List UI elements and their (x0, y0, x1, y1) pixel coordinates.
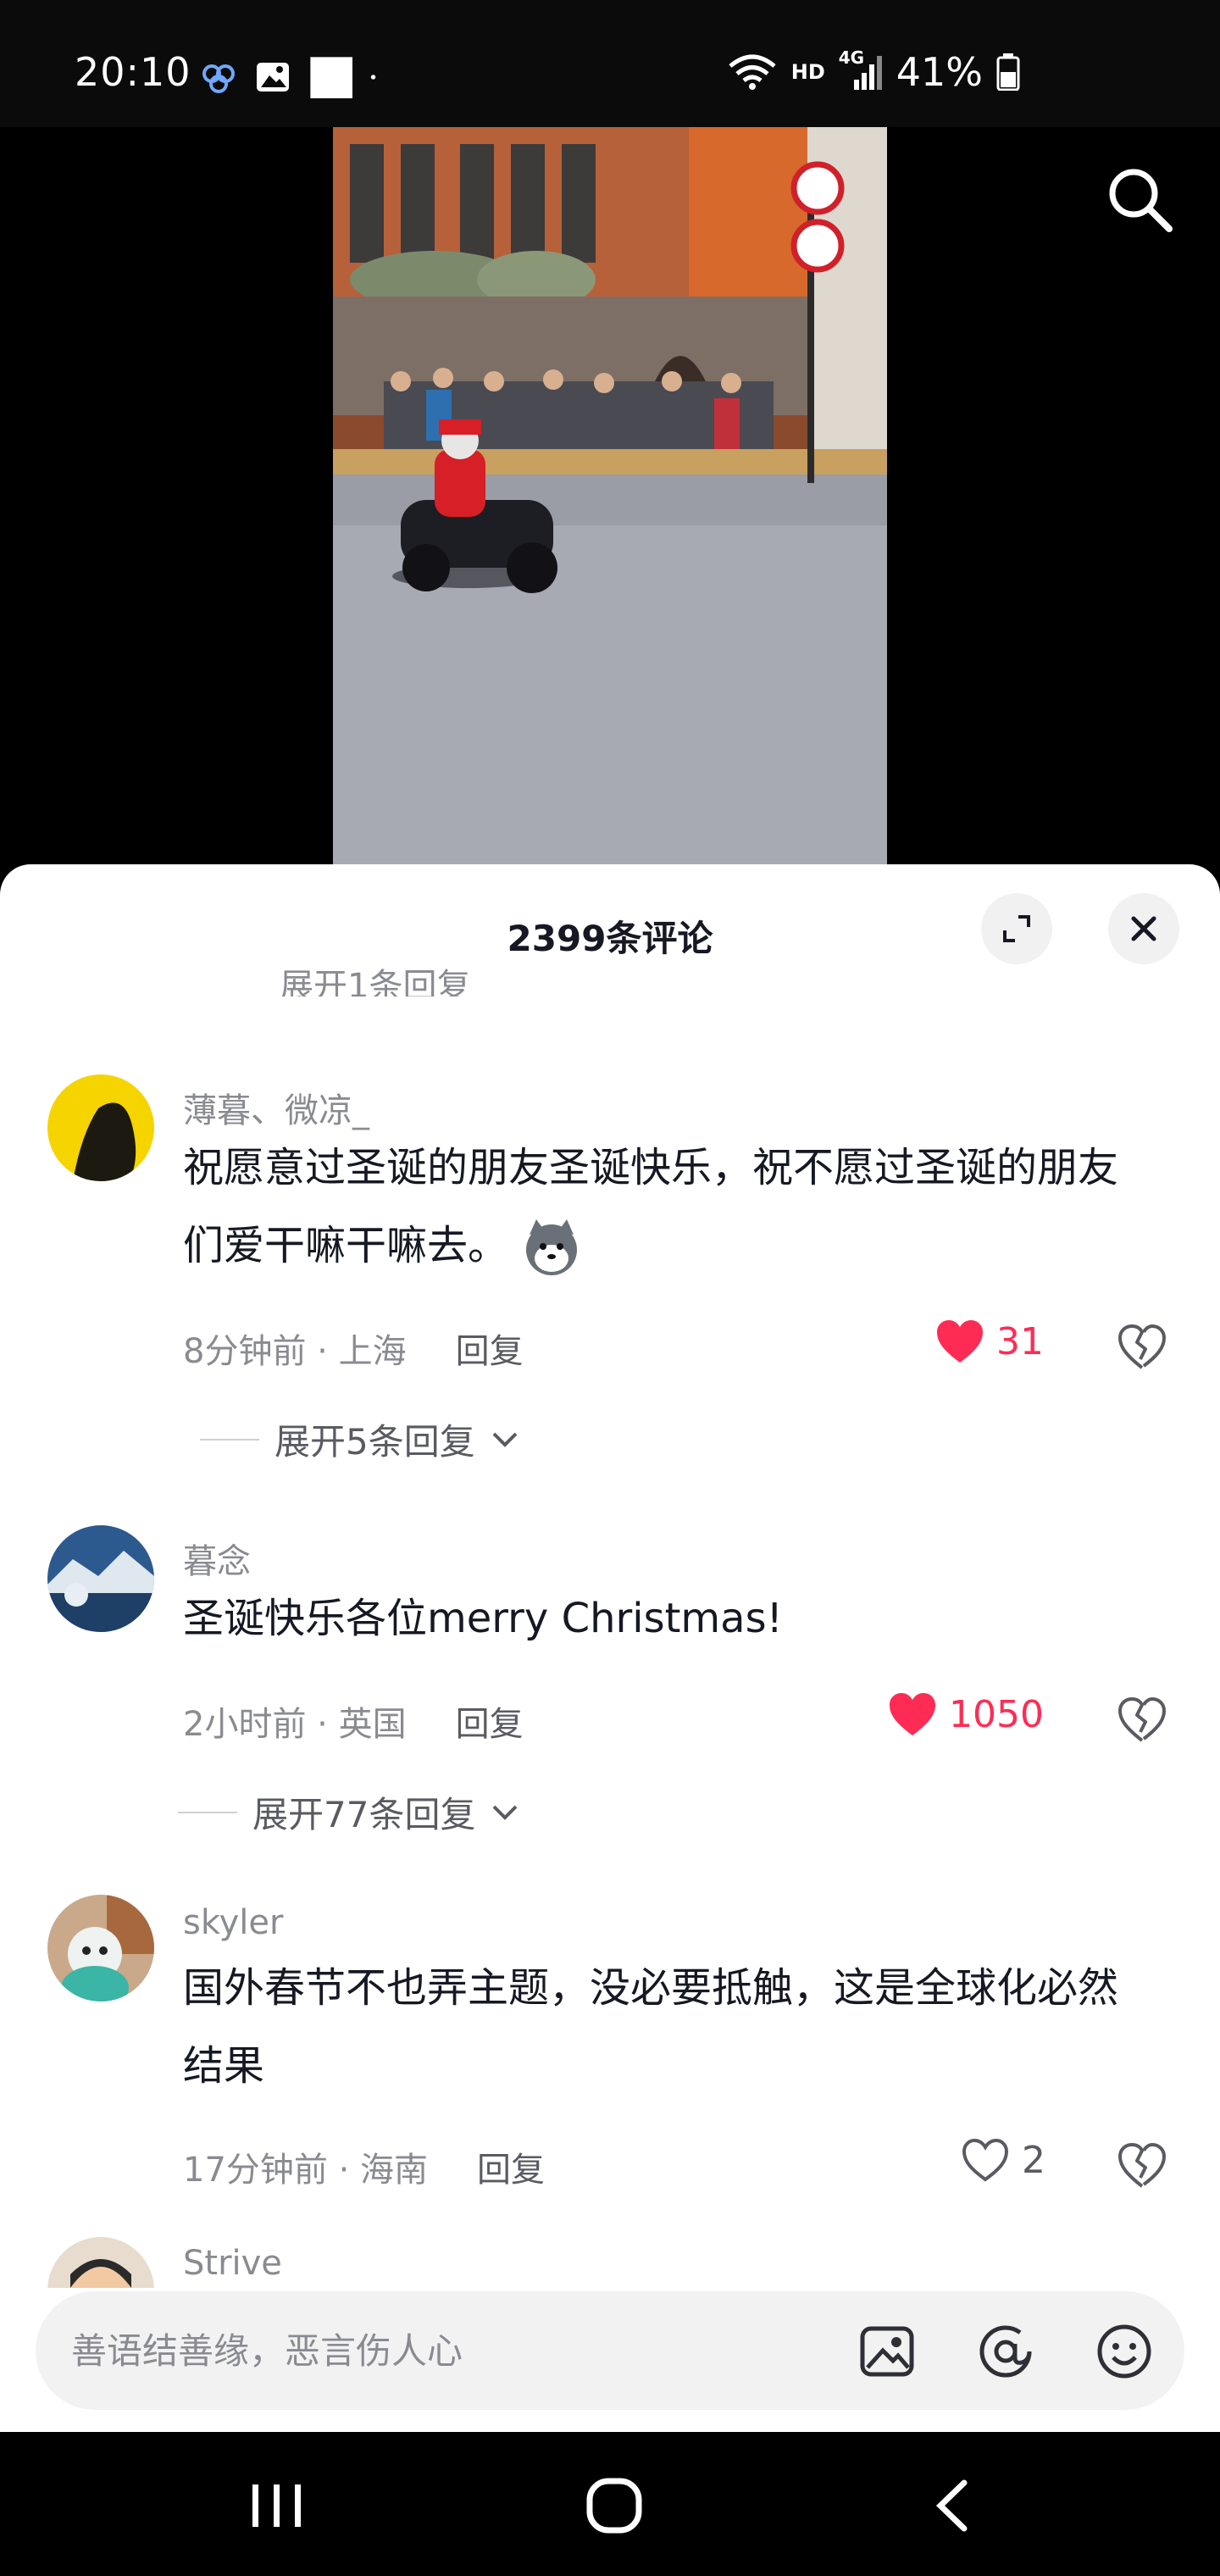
expand-replies-button[interactable]: 展开5条回复 (200, 1413, 519, 1465)
comment-username[interactable]: skyler (183, 1903, 283, 1942)
comment-username[interactable]: 暮念 (183, 1534, 251, 1583)
hd-label: HD (790, 60, 825, 84)
dislike-broken-heart-icon[interactable] (1117, 1695, 1167, 1746)
reply-button[interactable]: 回复 (456, 1696, 524, 1746)
image-icon[interactable] (857, 2322, 917, 2381)
comment-input-bar (36, 2291, 1184, 2410)
like-count: 31 (996, 1319, 1044, 1363)
comment-input-area (0, 2288, 1220, 2432)
husky-emoji-icon (526, 1219, 578, 1275)
comment-text: 国外春节不也弄主题，没必要抵触，这是全球化必然结果 (183, 1964, 1119, 2090)
like-button[interactable]: 1050 (888, 1691, 1044, 1737)
battery-icon (996, 53, 1020, 91)
expand-replies-label: 展开5条回复 (274, 1421, 475, 1463)
status-bar: 20:10 HD 4G 41% (0, 0, 1220, 127)
avatar[interactable] (47, 1895, 154, 2001)
comment-meta: 17分钟前 · 海南 回复 (183, 2142, 545, 2191)
wifi-icon (729, 54, 776, 90)
like-button[interactable]: 2 (961, 2137, 1045, 2183)
search-icon[interactable] (1101, 161, 1178, 237)
dislike-broken-heart-icon[interactable] (1117, 2140, 1167, 2191)
battery-percentage: 41% (896, 49, 983, 95)
comment-time-location: 17分钟前 · 海南 (183, 2151, 429, 2190)
comment-meta: 8分钟前 · 上海 回复 (183, 1324, 524, 1373)
system-nav-bar (0, 2432, 1220, 2576)
heart-filled-icon (890, 1693, 936, 1735)
avatar-image (47, 1525, 154, 1632)
comment-time-location: 2小时前 · 英国 (183, 1705, 407, 1744)
expand-replies-label: 展开77条回复 (252, 1794, 476, 1835)
video-player[interactable] (0, 127, 1220, 866)
comment-text: 祝愿意过圣诞的朋友圣诞快乐，祝不愿过圣诞的朋友们爱干嘛干嘛去。 (183, 1129, 1157, 1285)
avatar[interactable] (47, 1074, 154, 1181)
chevron-down-icon (492, 1432, 518, 1447)
notification-icons (200, 56, 386, 98)
comment-text-content: 祝愿意过圣诞的朋友圣诞快乐，祝不愿过圣诞的朋友们爱干嘛干嘛去。 (183, 1144, 1119, 1269)
reply-button[interactable]: 回复 (456, 1324, 524, 1373)
video-frame[interactable] (333, 127, 887, 866)
status-right: HD 4G 41% (727, 47, 1020, 95)
at-icon[interactable] (976, 2322, 1035, 2381)
comment-input[interactable] (71, 2291, 834, 2410)
close-button[interactable] (1108, 893, 1179, 964)
more-notifications-dot-icon (370, 75, 376, 80)
avatar-image (47, 1074, 154, 1181)
like-count: 2 (1022, 2138, 1045, 2182)
heart-outline-icon (962, 2138, 1009, 2182)
comment-meta: 2小时前 · 英国 回复 (183, 1696, 524, 1746)
heart-filled-icon (937, 1320, 983, 1363)
like-button[interactable]: 31 (935, 1319, 1044, 1364)
expand-sheet-button[interactable] (981, 893, 1052, 964)
divider-line (178, 1811, 237, 1813)
emoji-icon[interactable] (1095, 2322, 1154, 2381)
expand-replies-button[interactable]: 展开77条回复 (178, 1786, 519, 1838)
network-type-label: 4G (839, 47, 883, 92)
expand-icon (1003, 915, 1030, 942)
close-icon (1131, 916, 1156, 941)
avatar-image (47, 1895, 154, 2001)
square-notification-icon (310, 57, 352, 98)
recent-apps-icon[interactable] (242, 2476, 310, 2535)
gallery-notification-icon (257, 63, 289, 92)
chevron-down-icon (493, 1805, 518, 1820)
reply-button[interactable]: 回复 (477, 2142, 545, 2191)
comment-text: 圣诞快乐各位merry Christmas! (183, 1595, 783, 1642)
signal-icon (853, 56, 882, 90)
app-notification-icon (202, 64, 235, 93)
avatar[interactable] (47, 1525, 154, 1632)
divider-line (200, 1438, 259, 1441)
status-time: 20:10 (75, 49, 191, 95)
comment-time-location: 8分钟前 · 上海 (183, 1332, 407, 1371)
comments-header: 2399条评论 展开1条回复 (0, 864, 1220, 1000)
back-icon[interactable] (920, 2476, 988, 2535)
partial-expand-replies[interactable]: 展开1条回复 (280, 956, 470, 997)
comments-sheet: 2399条评论 展开1条回复 薄暮、微凉_ 祝愿意过圣诞的朋友圣诞快乐，祝不愿过… (0, 864, 1220, 2432)
like-count: 1050 (949, 1692, 1044, 1736)
comment-username[interactable]: 薄暮、微凉_ (183, 1083, 369, 1132)
home-icon[interactable] (581, 2476, 649, 2535)
dislike-broken-heart-icon[interactable] (1117, 1322, 1167, 1373)
comment-username[interactable]: Strive (183, 2244, 282, 2283)
